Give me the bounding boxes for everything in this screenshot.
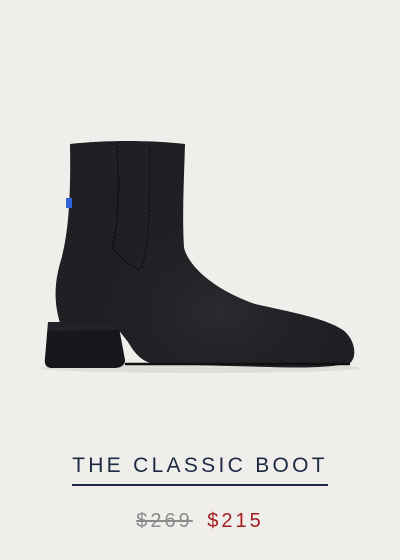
product-title: THE CLASSIC BOOT	[72, 454, 328, 486]
price-row: $269 $215	[0, 510, 400, 533]
original-price: $269	[136, 510, 193, 532]
sale-price: $215	[207, 510, 264, 532]
product-image[interactable]	[0, 0, 400, 430]
product-card[interactable]: THE CLASSIC BOOT $269 $215	[0, 0, 400, 560]
boot-image	[40, 141, 360, 373]
product-title-link[interactable]: THE CLASSIC BOOT	[0, 454, 400, 486]
boot-pull-tab	[66, 198, 72, 208]
